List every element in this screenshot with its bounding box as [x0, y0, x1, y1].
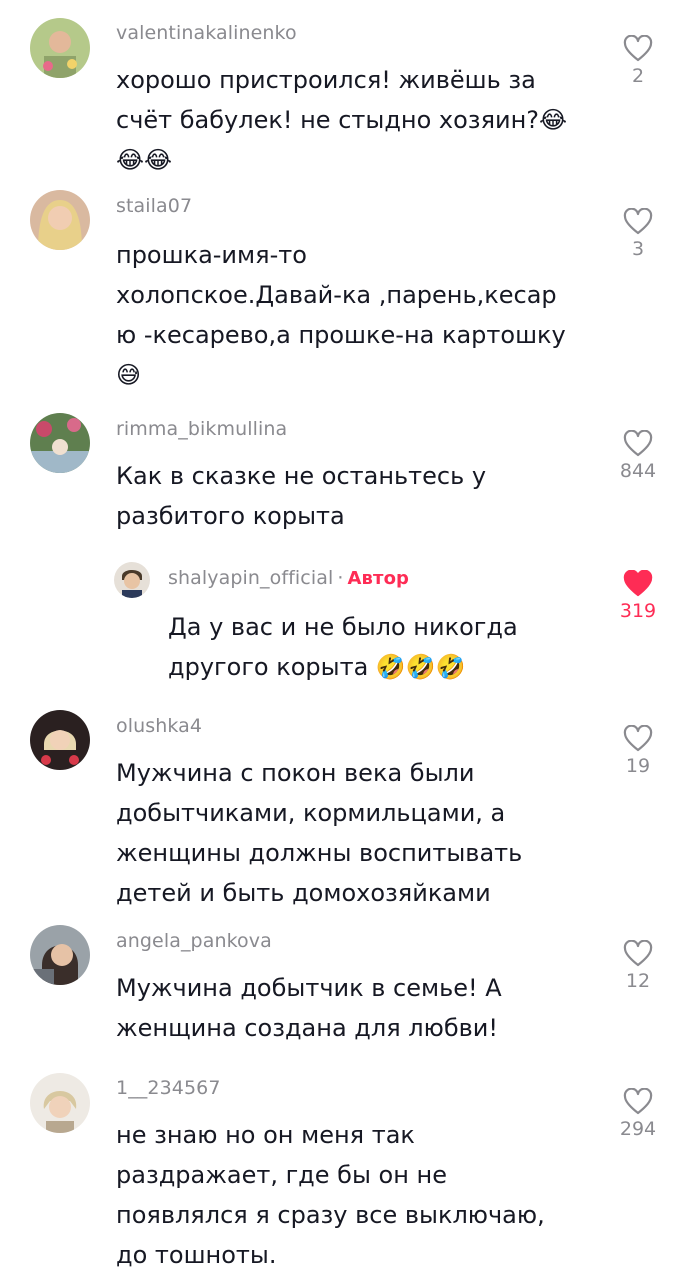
like-button[interactable]: 12 — [600, 940, 676, 992]
author-badge: Автор — [347, 568, 410, 589]
heart-outline-icon — [623, 1088, 653, 1115]
separator-dot: · — [337, 567, 344, 589]
like-button[interactable]: 294 — [600, 1088, 676, 1140]
avatar[interactable] — [30, 1073, 90, 1133]
comment-text: Как в сказке не останьтесь у разбитого к… — [116, 462, 487, 530]
like-count: 319 — [619, 600, 657, 622]
heart-outline-icon — [623, 208, 653, 235]
comment-username[interactable]: 1__234567 — [116, 1077, 221, 1099]
avatar[interactable] — [30, 190, 90, 250]
like-count: 12 — [625, 970, 651, 992]
like-count: 294 — [619, 1118, 657, 1140]
reply-header: shalyapin_official · Автор — [168, 567, 409, 589]
comments-list: valentinakalinenko хорошо пристроился! ж… — [0, 0, 683, 1280]
like-count: 844 — [619, 460, 657, 482]
like-button[interactable]: 3 — [600, 208, 676, 260]
heart-filled-icon — [623, 570, 653, 597]
like-button[interactable]: 19 — [600, 725, 676, 777]
avatar[interactable] — [114, 562, 150, 598]
comment-username[interactable]: staila07 — [116, 195, 192, 217]
like-button[interactable]: 319 — [600, 570, 676, 622]
like-count: 2 — [631, 65, 645, 87]
comment-text: хорошо пристроился! живёшь за счёт бабул… — [116, 66, 568, 174]
heart-outline-icon — [623, 725, 653, 752]
comment-text: не знаю но он меня так раздражает, где б… — [116, 1121, 545, 1269]
avatar[interactable] — [30, 925, 90, 985]
heart-outline-icon — [623, 940, 653, 967]
comment-text: Да у вас и не было никогда другого корыт… — [168, 613, 518, 681]
avatar[interactable] — [30, 710, 90, 770]
comment-username[interactable]: valentinakalinenko — [116, 22, 297, 44]
comment-text: Мужчина добытчик в семье! А женщина созд… — [116, 974, 502, 1042]
like-count: 3 — [631, 238, 645, 260]
avatar[interactable] — [30, 18, 90, 78]
heart-outline-icon — [623, 35, 653, 62]
avatar[interactable] — [30, 413, 90, 473]
comment-username[interactable]: shalyapin_official — [168, 567, 333, 589]
comment-text: Мужчина с покон века были добытчиками, к… — [116, 759, 523, 907]
like-button[interactable]: 844 — [600, 430, 676, 482]
comment-username[interactable]: olushka4 — [116, 715, 202, 737]
like-button[interactable]: 2 — [600, 35, 676, 87]
comment-username[interactable]: rimma_bikmullina — [116, 418, 287, 440]
like-count: 19 — [625, 755, 651, 777]
comment-text: прошка-имя-то холопское.Давай-ка ,парень… — [116, 241, 566, 389]
heart-outline-icon — [623, 430, 653, 457]
comment-username[interactable]: angela_pankova — [116, 930, 272, 952]
